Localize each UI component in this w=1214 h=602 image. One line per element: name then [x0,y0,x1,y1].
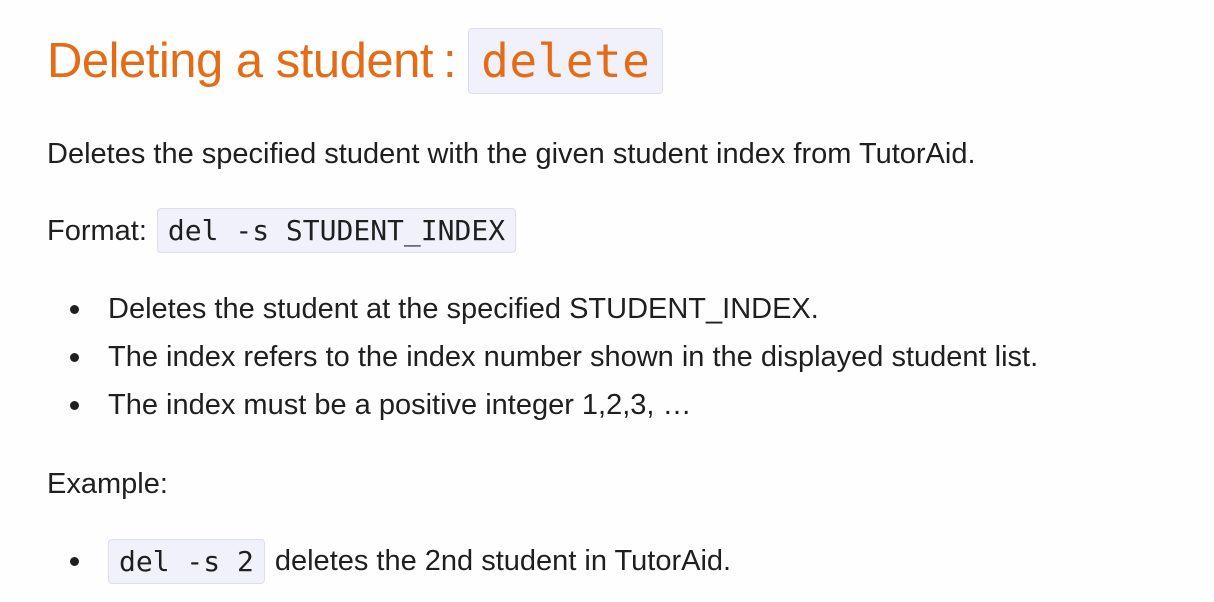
format-code: del -s STUDENT_INDEX [156,208,517,253]
section-heading: Deleting a student : delete [47,27,664,95]
list-item: The index must be a positive integer 1,2… [47,383,1038,431]
format-label: Format: [47,214,147,247]
example-list: del -s 2 deletes the 2nd student in Tuto… [47,538,731,584]
note-text: Deletes the student at the specified STU… [108,293,819,325]
documentation-page: Deleting a student : delete Deletes the … [0,0,1214,602]
section-title-text: Deleting a student [47,34,434,88]
bullet-icon [70,353,79,362]
bullet-icon [70,401,79,410]
note-text: The index must be a positive integer 1,2… [108,389,692,421]
command-description: Deletes the specified student with the g… [47,138,976,170]
list-item: del -s 2 deletes the 2nd student in Tuto… [47,538,731,584]
list-item: Deletes the student at the specified STU… [47,287,1038,335]
section-title-separator: : [443,34,457,88]
command-name-code: delete [468,28,664,94]
example-label: Example: [47,468,168,500]
list-item: The index refers to the index number sho… [47,335,1038,383]
format-line: Format: del -s STUDENT_INDEX [47,208,517,253]
note-text: The index refers to the index number sho… [108,341,1039,373]
bullet-icon [70,557,79,566]
example-code: del -s 2 [108,538,265,584]
notes-list: Deletes the student at the specified STU… [47,287,1038,431]
example-text: deletes the 2nd student in TutorAid. [274,545,732,577]
bullet-icon [70,305,79,314]
